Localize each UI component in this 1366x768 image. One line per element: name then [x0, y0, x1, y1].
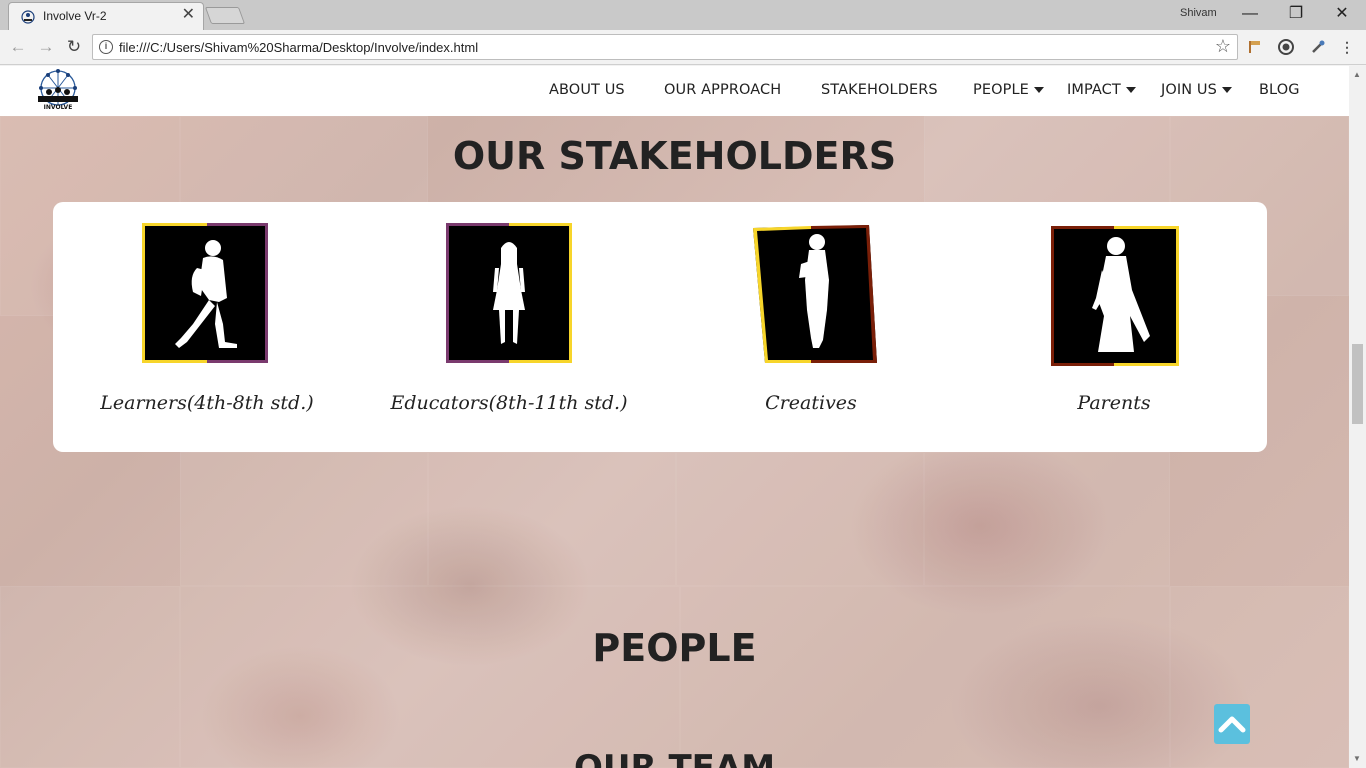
stakeholders-heading: OUR STAKEHOLDERS	[452, 134, 897, 178]
site-navbar: INVOLVE ABOUT US OUR APPROACH STAKEHOLDE…	[0, 66, 1349, 116]
stakeholder-label: Creatives	[765, 392, 857, 414]
caret-down-icon	[1033, 87, 1044, 93]
browser-tab[interactable]: Involve Vr-2 ✕	[8, 2, 204, 30]
logo-text: INVOLVE	[44, 104, 73, 111]
extension-record-icon[interactable]	[1277, 38, 1295, 56]
page-scrollbar[interactable]: ▲ ▼	[1349, 66, 1366, 768]
standing-girl-icon	[446, 223, 572, 363]
window-close-icon[interactable]: ✕	[1322, 3, 1362, 25]
scroll-to-top-button[interactable]	[1214, 704, 1250, 744]
woman-in-saree-icon	[1051, 226, 1179, 366]
browser-tab-bar: Involve Vr-2 ✕ Shivam — ❐ ✕	[0, 0, 1366, 30]
forward-arrow-icon[interactable]: →	[35, 36, 57, 58]
restore-icon[interactable]: ❐	[1276, 3, 1316, 25]
eyedropper-icon[interactable]	[1309, 38, 1327, 56]
new-tab-button[interactable]	[204, 7, 246, 24]
caret-down-icon	[1221, 87, 1232, 93]
reload-icon[interactable]: ↻	[63, 36, 85, 58]
menu-dots-icon[interactable]: ⋮	[1338, 38, 1356, 56]
back-arrow-icon[interactable]: ←	[7, 36, 29, 58]
address-bar[interactable]: i file:///C:/Users/Shivam%20Sharma/Deskt…	[92, 34, 1238, 60]
caret-down-icon	[1125, 87, 1136, 93]
extension-flag-icon[interactable]	[1246, 38, 1264, 56]
nav-impact[interactable]: IMPACT	[1067, 82, 1136, 98]
nav-people[interactable]: PEOPLE	[973, 82, 1044, 98]
minimize-icon[interactable]: —	[1230, 3, 1270, 25]
stakeholder-label: Learners(4th-8th std.)	[100, 392, 314, 414]
nav-stakeholders[interactable]: STAKEHOLDERS	[821, 82, 938, 98]
tab-title: Involve Vr-2	[43, 9, 107, 23]
profile-name[interactable]: Shivam	[1180, 7, 1217, 19]
people-heading: PEOPLE	[592, 626, 757, 670]
url-text[interactable]: file:///C:/Users/Shivam%20Sharma/Desktop…	[119, 40, 478, 55]
chevron-up-icon	[1218, 716, 1246, 733]
walking-student-icon	[142, 223, 268, 363]
nav-our-approach[interactable]: OUR APPROACH	[664, 82, 781, 98]
browser-toolbar: ← → ↻ i file:///C:/Users/Shivam%20Sharma…	[0, 30, 1366, 65]
stakeholder-label: Educators(8th-11th std.)	[390, 392, 628, 414]
page-viewport: INVOLVE ABOUT US OUR APPROACH STAKEHOLDE…	[0, 66, 1349, 768]
bookmark-star-icon[interactable]: ☆	[1215, 36, 1231, 57]
tab-close-icon[interactable]: ✕	[182, 7, 195, 23]
site-favicon-icon	[21, 10, 35, 24]
stakeholder-educators[interactable]: Educators(8th-11th std.)	[359, 220, 659, 450]
stakeholder-parents[interactable]: Parents	[964, 220, 1264, 450]
stakeholder-learners[interactable]: Learners(4th-8th std.)	[57, 220, 357, 450]
involve-logo[interactable]: INVOLVE	[30, 68, 86, 114]
nav-blog[interactable]: BLOG	[1259, 82, 1300, 98]
nav-about-us[interactable]: ABOUT US	[549, 82, 625, 98]
nav-join-us[interactable]: JOIN US	[1161, 82, 1232, 98]
info-icon[interactable]: i	[99, 40, 113, 54]
stakeholder-creatives[interactable]: Creatives	[661, 220, 961, 450]
woman-holding-book-icon	[753, 225, 877, 363]
scroll-down-arrow-icon[interactable]: ▼	[1353, 754, 1361, 763]
scrollbar-thumb[interactable]	[1352, 344, 1363, 424]
our-team-heading: OUR TEAM	[573, 748, 776, 768]
scroll-up-arrow-icon[interactable]: ▲	[1353, 70, 1361, 79]
stakeholders-card: Learners(4th-8th std.) Educators(8th-11t…	[53, 202, 1267, 452]
stakeholder-label: Parents	[1077, 392, 1151, 414]
